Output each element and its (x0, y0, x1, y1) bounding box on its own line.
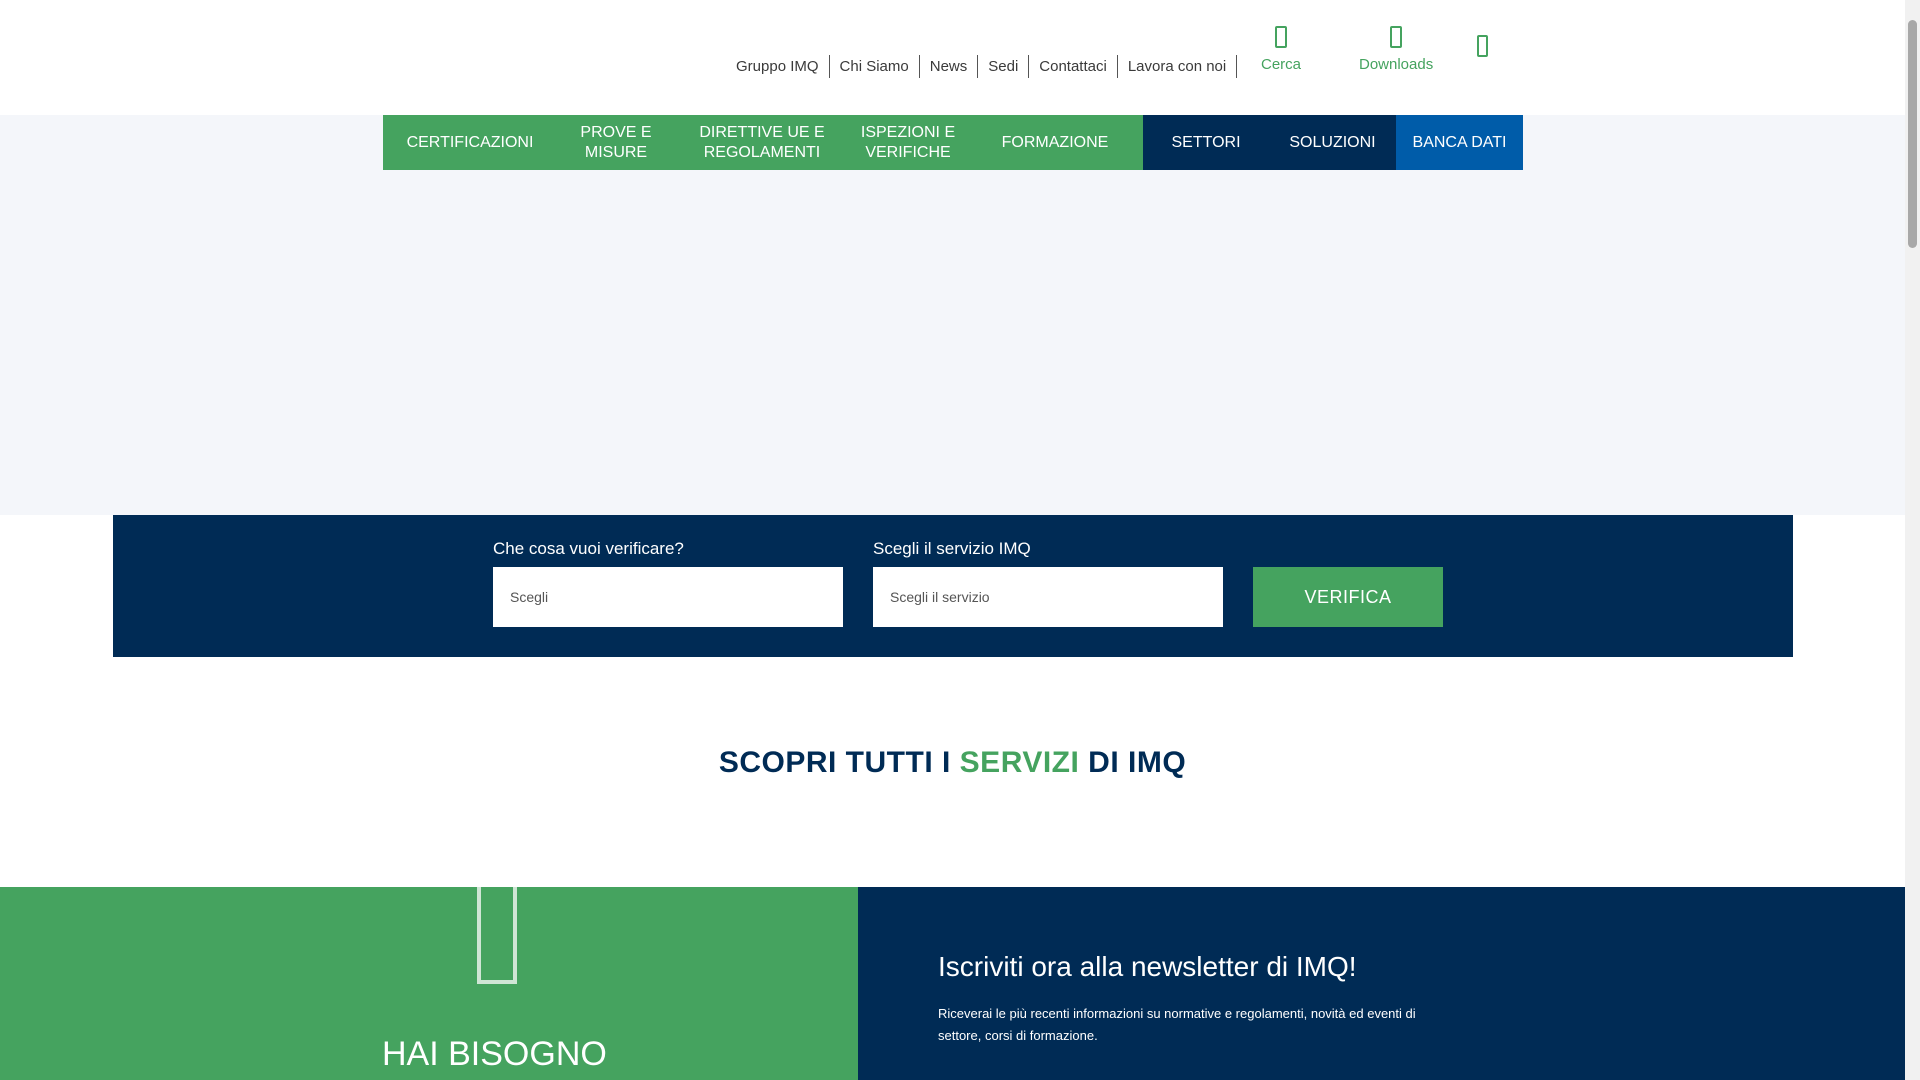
nav-label-certificazioni: CERTIFICAZIONI (406, 133, 534, 151)
newsletter-text: Riceverai le più recenti informazioni su… (938, 1006, 1416, 1043)
help-panel: HAI BISOGNO (0, 887, 858, 1080)
page-scrollbar[interactable] (1905, 0, 1920, 1080)
what-label: Che cosa vuoi verificare? (493, 539, 684, 558)
nav-item-soluzioni[interactable]: SOLUZIONI (1269, 115, 1396, 170)
help-title: HAI BISOGNO (382, 1035, 607, 1073)
nav-label-prove-line2: MISURE (584, 143, 648, 161)
services-title-accent: SERVIZI (959, 746, 1080, 779)
newsletter-panel: Iscriviti ora alla newsletter di IMQ! Ri… (858, 887, 1905, 1080)
nav-label-direttive-line1: DIRETTIVE UE E (699, 123, 825, 141)
top-link-sedi[interactable]: Sedi (978, 55, 1030, 78)
top-links: Gruppo IMQ Chi Siamo News Sedi Contattac… (726, 55, 1238, 78)
nav-item-ispezioni[interactable]: ISPEZIONI E VERIFICHE (849, 115, 967, 170)
top-link-gruppo-imq[interactable]: Gruppo IMQ (726, 55, 830, 78)
nav-label-banca-dati: BANCA DATI (1412, 133, 1507, 151)
nav-label-ispezioni-line1: ISPEZIONI E (860, 123, 956, 141)
services-title-part2: DI IMQ (1079, 746, 1187, 779)
newsletter-title: Iscriviti ora alla newsletter di IMQ! (938, 951, 1357, 982)
top-link-lavora-con-noi[interactable]: Lavora con noi (1118, 55, 1238, 78)
downloads-label: Downloads (1359, 56, 1434, 73)
nav-label-settori: SETTORI (1171, 133, 1241, 151)
services-title: SCOPRI TUTTI I SERVIZI DI IMQ (0, 746, 1905, 780)
nav-label-ispezioni: ISPEZIONI E VERIFICHE (861, 123, 955, 163)
verify-button[interactable]: VERIFICA (1253, 567, 1443, 627)
download-icon (1390, 26, 1403, 48)
downloads-button[interactable]: Downloads (1359, 26, 1433, 73)
verify-bar: Che cosa vuoi verificare? Scegli il serv… (113, 515, 1793, 657)
site-header: Gruppo IMQ Chi Siamo News Sedi Contattac… (0, 0, 1905, 115)
scrollbar-thumb[interactable] (1908, 20, 1917, 248)
nav-label-direttive-line2: REGOLAMENTI (703, 143, 821, 161)
top-link-chi-siamo[interactable]: Chi Siamo (830, 55, 920, 78)
nav-label-soluzioni: SOLUZIONI (1289, 133, 1376, 151)
nav-item-direttive[interactable]: DIRETTIVE UE E REGOLAMENTI (675, 115, 849, 170)
service-label: Scegli il servizio IMQ (873, 539, 1031, 558)
nav-item-banca-dati[interactable]: BANCA DATI (1396, 115, 1523, 170)
top-link-news[interactable]: News (920, 55, 979, 78)
nav-item-formazione[interactable]: FORMAZIONE (967, 115, 1143, 170)
search-label: Cerca (1261, 56, 1302, 73)
nav-item-settori[interactable]: SETTORI (1143, 115, 1269, 170)
what-select[interactable] (493, 567, 843, 627)
help-icon (477, 887, 517, 984)
nav-label-prove-line1: PROVE E (580, 123, 652, 141)
nav-item-prove-e-misure[interactable]: PROVE E MISURE (557, 115, 675, 170)
service-select[interactable] (873, 567, 1223, 627)
search-button[interactable]: Cerca (1261, 26, 1301, 73)
search-icon (1275, 26, 1287, 48)
nav-label-prove-e-misure: PROVE E MISURE (580, 123, 651, 163)
nav-label-ispezioni-line2: VERIFICHE (865, 143, 951, 161)
services-title-part1: SCOPRI TUTTI I (718, 746, 960, 779)
main-nav: CERTIFICAZIONI PROVE E MISURE DIRETTIVE … (383, 115, 1523, 170)
hero-banner (0, 115, 1905, 515)
nav-label-formazione: FORMAZIONE (1001, 133, 1109, 151)
nav-item-certificazioni[interactable]: CERTIFICAZIONI (383, 115, 557, 170)
user-icon[interactable] (1477, 35, 1488, 57)
top-link-contattaci[interactable]: Contattaci (1029, 55, 1118, 78)
nav-label-direttive: DIRETTIVE UE E REGOLAMENTI (699, 123, 824, 163)
